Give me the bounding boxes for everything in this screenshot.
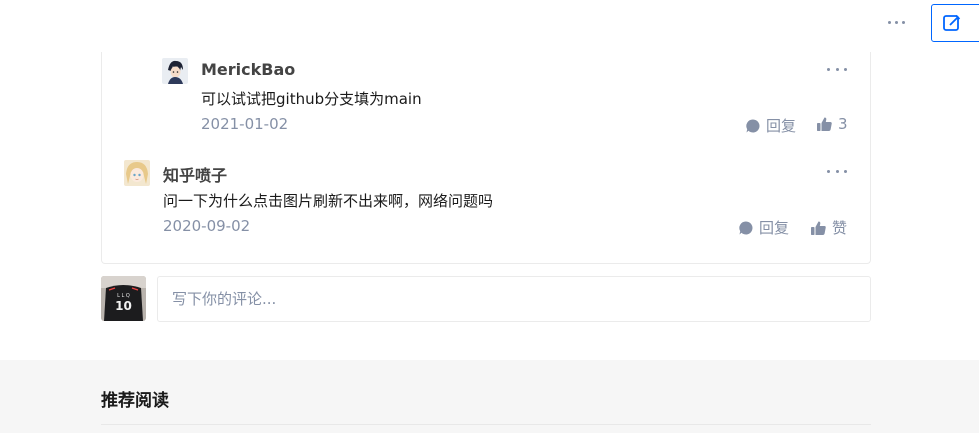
reply-button[interactable]: 回复: [745, 115, 796, 136]
dot: [894, 20, 898, 24]
like-label: 赞: [832, 219, 848, 237]
avatar[interactable]: [124, 160, 150, 186]
comment-root: 知乎喷子 问一下为什么点击图片刷新不出来啊，网络问题吗 2020-09-02 回…: [102, 150, 872, 250]
comments-list: MerickBao 可以试试把github分支填为main 2021-01-02…: [101, 52, 871, 264]
edit-icon: [943, 14, 961, 31]
thumbs-up-icon: [817, 117, 832, 131]
comment-author[interactable]: 知乎喷子: [163, 162, 227, 186]
top-bar: [0, 0, 979, 52]
comment-date: 2021-01-02: [201, 115, 289, 133]
comment-input[interactable]: [157, 276, 871, 322]
dot: [827, 169, 830, 173]
comment-bubble-icon: [746, 118, 760, 132]
dot: [887, 20, 891, 24]
like-button[interactable]: 赞: [810, 217, 847, 238]
comment-more-button[interactable]: [827, 64, 847, 74]
write-comment-button[interactable]: [931, 4, 979, 42]
dot: [901, 20, 905, 24]
dot: [835, 67, 839, 71]
user-avatar-icon: L L Q 10: [101, 276, 146, 321]
comment-editor: L L Q 10: [101, 276, 871, 322]
avatar[interactable]: [162, 58, 188, 84]
comment-section: MerickBao 可以试试把github分支填为main 2021-01-02…: [0, 52, 979, 360]
dot: [827, 67, 830, 71]
reply-label: 回复: [766, 117, 797, 135]
comment-bubble-icon: [739, 220, 753, 234]
anime-avatar-icon: [124, 160, 150, 186]
dot: [835, 169, 839, 173]
more-options-button[interactable]: [880, 11, 912, 33]
comment-reply: MerickBao 可以试试把github分支填为main 2021-01-02…: [102, 52, 872, 147]
my-avatar[interactable]: L L Q 10: [101, 276, 146, 321]
comment-more-button[interactable]: [827, 166, 847, 176]
comment-content: 问一下为什么点击图片刷新不出来啊，网络问题吗: [163, 192, 494, 210]
anime-avatar-icon: [162, 58, 188, 84]
dot: [844, 67, 847, 71]
svg-text:10: 10: [115, 299, 132, 313]
dot: [844, 169, 847, 173]
thumbs-up-icon: [811, 221, 826, 235]
comment-date: 2020-09-02: [163, 217, 251, 235]
reply-button[interactable]: 回复: [738, 217, 789, 238]
like-count: 3: [838, 115, 848, 133]
comment-author[interactable]: MerickBao: [201, 60, 295, 79]
comment-content: 可以试试把github分支填为main: [201, 90, 422, 108]
recommended-reading-title: 推荐阅读: [101, 391, 169, 411]
divider: [101, 424, 871, 425]
like-button[interactable]: 3: [816, 115, 848, 133]
reply-label: 回复: [759, 219, 790, 237]
